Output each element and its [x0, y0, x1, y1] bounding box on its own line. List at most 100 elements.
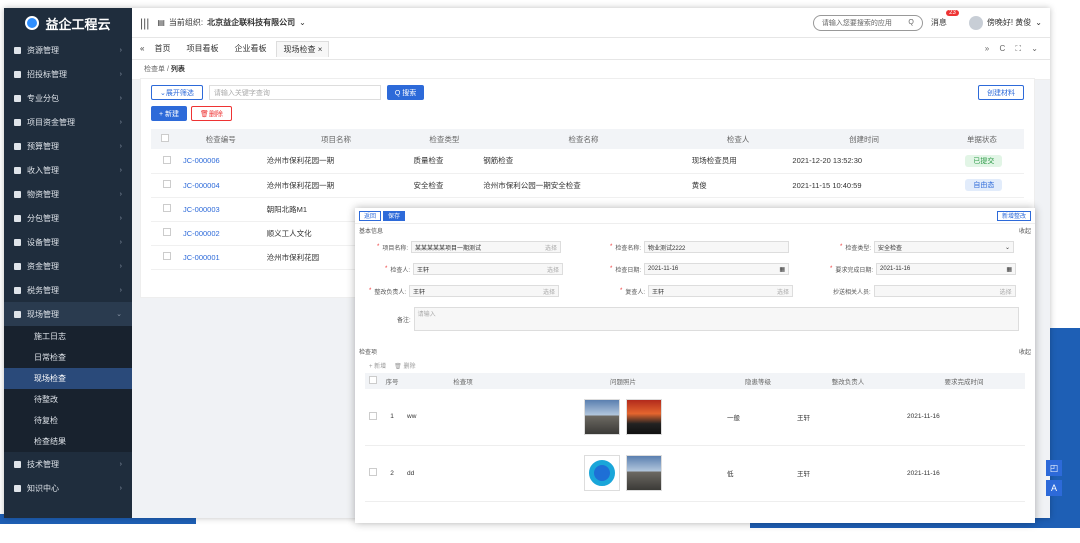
tab-enterprise-board[interactable]: 企业看板 — [228, 41, 272, 56]
inspector-input[interactable]: 王轩 选择 — [413, 263, 564, 275]
sidebar-item-tech[interactable]: 技术管理 › — [4, 452, 132, 476]
checkbox[interactable] — [161, 134, 169, 142]
column-header[interactable]: 检查编号 — [179, 129, 263, 149]
column-header[interactable]: 检查类型 — [409, 129, 480, 149]
delete-button[interactable]: 🗑 删除 — [191, 106, 232, 121]
cell-code[interactable]: JC-000003 — [179, 197, 263, 222]
table-row[interactable]: JC-000004 沧州市保利花园一期 安全检查 沧州市保利公园一期安全检查 黄… — [151, 173, 1024, 198]
org-selector[interactable]: ▤ 当前组织: 北京益企联科技有限公司 ⌄ — [157, 17, 306, 28]
tab-tools[interactable]: » C ⛶ ⌄ — [985, 44, 1042, 54]
row-select[interactable] — [365, 445, 381, 502]
select-all-cell[interactable] — [365, 373, 381, 389]
checkbox[interactable] — [163, 180, 171, 188]
column-header[interactable]: 创建时间 — [788, 129, 940, 149]
remark-textarea[interactable]: 请输入 — [413, 307, 1019, 331]
row-select[interactable] — [151, 221, 179, 246]
sidebar-item-funds[interactable]: 资金管理 › — [4, 254, 132, 278]
sidebar-subitem-site-check[interactable]: 现场检查 — [4, 368, 132, 389]
checkbox[interactable] — [369, 468, 377, 476]
back-button[interactable]: 返回 — [359, 210, 382, 221]
rectifier-input[interactable]: 王轩 选择 — [409, 285, 560, 297]
section-items-header: 检查项 收起 — [355, 345, 1035, 358]
sidebar-subitem-check-results[interactable]: 检查结果 — [4, 431, 132, 452]
row-select[interactable] — [151, 197, 179, 222]
tab-home[interactable]: 首页 — [148, 41, 176, 56]
app-search-input[interactable]: 请输入您要搜索的应用 Q — [812, 14, 923, 31]
photo-thumbnail[interactable] — [584, 455, 621, 491]
row-select[interactable] — [151, 173, 179, 198]
cell-code[interactable]: JC-000001 — [179, 245, 263, 270]
check-date-input[interactable]: 2021-11-16 ▦ — [644, 263, 790, 275]
sidebar-item-equipment[interactable]: 设备管理 › — [4, 230, 132, 254]
basic-info-form: * 项目名称: 某某某某某项目一期测试 选择 * 检查名称: 物业测试2222 * 检查… — [355, 237, 1035, 345]
sidebar-item-tax[interactable]: 税务管理 › — [4, 278, 132, 302]
checkbox[interactable] — [163, 155, 171, 164]
sidebar-item-materials[interactable]: 物资管理 › — [4, 182, 132, 206]
expand-filter-button[interactable]: ⌄ 展开筛选 — [151, 85, 203, 100]
sidebar-item-project-funds[interactable]: 项目资金管理 › — [4, 110, 132, 134]
collapse-toggle[interactable]: 收起 — [1019, 226, 1031, 235]
select-all-cell[interactable] — [151, 129, 179, 149]
table-row[interactable]: 2 dd 低 王轩 2021-11-16 — [365, 445, 1025, 502]
delete-item-button[interactable]: 🗑 删除 — [394, 361, 415, 370]
row-select[interactable] — [365, 389, 381, 446]
sidebar-subitem-daily-check[interactable]: 日常检查 — [4, 347, 132, 368]
cell-code[interactable]: JC-000002 — [179, 221, 263, 246]
tab-project-board[interactable]: 项目看板 — [180, 41, 224, 56]
sidebar-item-bidding[interactable]: 招投标管理 › — [4, 62, 132, 86]
add-button[interactable]: + 新建 — [151, 106, 188, 121]
sidebar-item-resource[interactable]: 资源管理 › — [4, 38, 132, 62]
column-header[interactable]: 单据状态 — [939, 129, 1024, 149]
check-name-input[interactable]: 物业测试2222 — [644, 241, 790, 253]
app-logo[interactable]: 益企工程云 — [4, 8, 132, 38]
project-input[interactable]: 某某某某某项目一期测试 选择 — [411, 241, 562, 253]
cc-input[interactable]: 选择 — [873, 285, 1016, 297]
column-header[interactable]: 检查名称 — [479, 129, 688, 149]
tabs-collapse-icon[interactable]: « — [140, 44, 144, 53]
sidebar-subitem-to-rectify[interactable]: 待整改 — [4, 389, 132, 410]
user-menu[interactable]: 傍晚好! 黄俊 ⌄ — [968, 15, 1042, 30]
add-item-button[interactable]: + 新增 — [369, 361, 386, 370]
cell-item: dd — [403, 445, 523, 502]
sidebar-subitem-to-recheck[interactable]: 待复检 — [4, 410, 132, 431]
column-header[interactable]: 项目名称 — [262, 129, 410, 149]
recheck-input[interactable]: 王轩 选择 — [648, 285, 794, 297]
chat-icon[interactable]: ◰ — [1046, 460, 1062, 476]
deadline-input[interactable]: 2021-11-16 ▦ — [876, 263, 1017, 275]
menu-toggle-icon[interactable]: ||| — [140, 16, 149, 30]
photo-thumbnail[interactable] — [625, 398, 662, 435]
photo-thumbnail[interactable] — [625, 455, 662, 491]
sidebar-item-budget[interactable]: 预算管理 › — [4, 134, 132, 158]
photo-thumbnail[interactable] — [584, 398, 621, 435]
sidebar-item-site[interactable]: 现场管理 ⌄ — [4, 302, 132, 326]
sidebar-item-income[interactable]: 收入管理 › — [4, 158, 132, 182]
avatar — [968, 15, 983, 30]
checkbox[interactable] — [163, 252, 171, 260]
cell-code[interactable]: JC-000006 — [179, 149, 263, 174]
sidebar-subitem-construction-log[interactable]: 施工日志 — [4, 326, 132, 347]
close-icon[interactable]: × — [318, 45, 323, 54]
checkbox[interactable] — [369, 411, 377, 420]
checkbox[interactable] — [163, 228, 171, 236]
keyword-search-input[interactable]: 请输入关键字查询 — [208, 85, 381, 100]
row-select[interactable] — [151, 245, 179, 270]
checkbox[interactable] — [163, 204, 171, 212]
column-header[interactable]: 检查人 — [687, 129, 789, 149]
save-button[interactable]: 保存 — [383, 210, 406, 221]
sidebar-item-knowledge[interactable]: 知识中心 › — [4, 476, 132, 500]
check-type-select[interactable]: 安全检查 ⌄ — [874, 241, 1015, 253]
table-row[interactable]: JC-000006 沧州市保利花园一期 质量检查 钢筋检查 现场检查员用 202… — [151, 149, 1024, 174]
messages-button[interactable]: 消息 23 — [931, 10, 959, 28]
checkbox[interactable] — [369, 376, 377, 384]
add-rectify-button[interactable]: 新增整改 — [996, 210, 1031, 221]
tab-site-check[interactable]: 现场检查 × — [276, 40, 330, 57]
cell-code[interactable]: JC-000004 — [179, 173, 263, 198]
table-row[interactable]: 1 ww 一般 王轩 2021-11-16 — [365, 389, 1025, 446]
help-icon[interactable]: A — [1046, 480, 1062, 496]
create-template-button[interactable]: 创建材料 — [978, 85, 1024, 100]
search-button[interactable]: Q 搜索 — [386, 85, 425, 100]
sidebar-item-subcontract-pro[interactable]: 专业分包 › — [4, 86, 132, 110]
sidebar-item-subcontract[interactable]: 分包管理 › — [4, 206, 132, 230]
collapse-toggle[interactable]: 收起 — [1019, 347, 1031, 356]
row-select[interactable] — [151, 149, 179, 174]
